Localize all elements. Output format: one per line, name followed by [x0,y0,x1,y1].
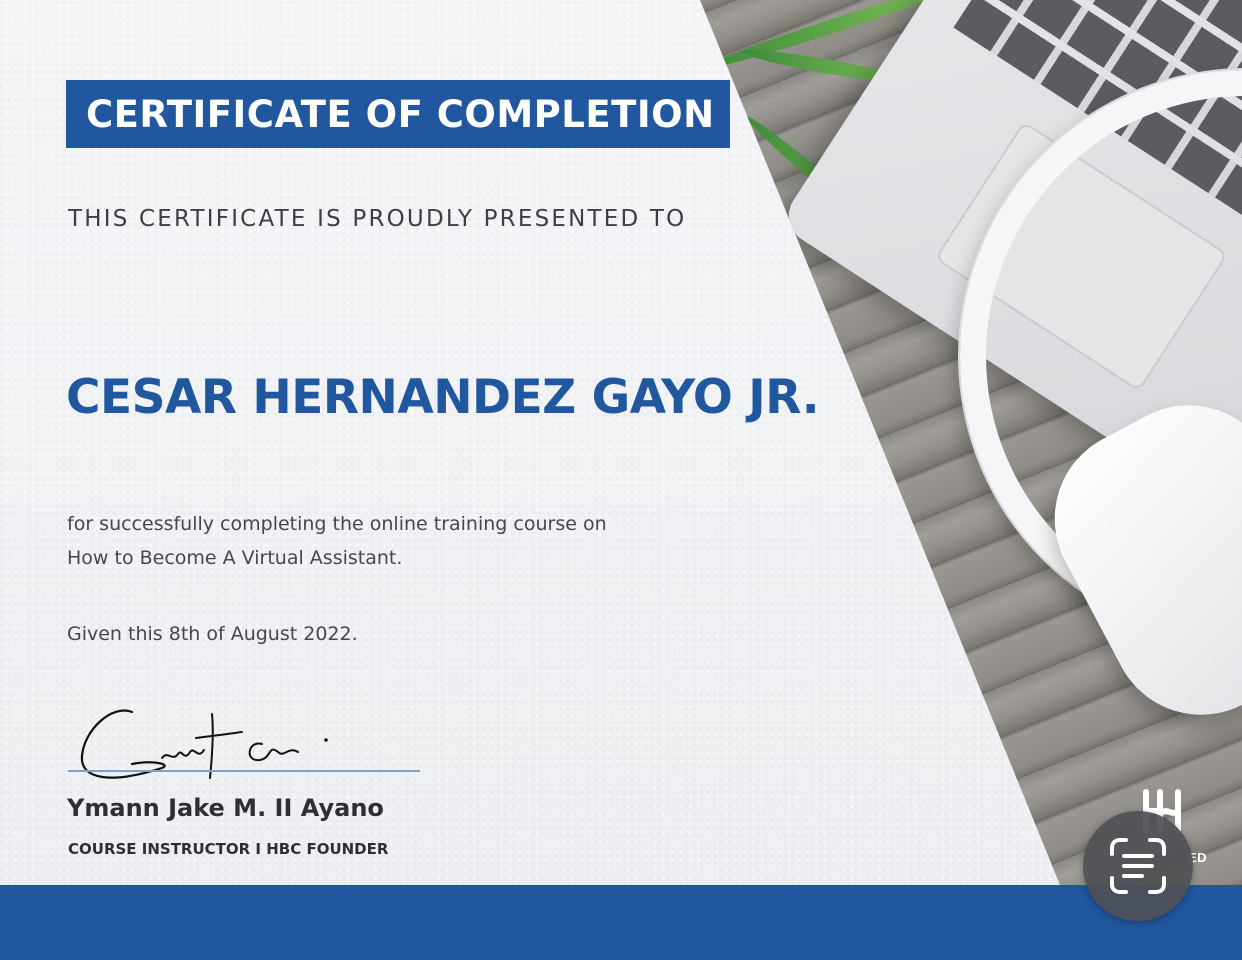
recipient-name: CESAR HERNANDEZ GAYO JR. [66,370,820,425]
signature-line [68,770,420,772]
signer-name: Ymann Jake M. II Ayano [67,794,384,822]
given-date: Given this 8th of August 2022. [67,623,358,645]
signer-role: COURSE INSTRUCTOR I HBC FOUNDER [68,840,389,858]
live-text-scan-button[interactable] [1083,811,1193,921]
live-text-scan-icon [1110,838,1166,894]
certificate-page: ED CERTIFICATE OF COMPLETION THIS CERTIF… [0,0,1242,960]
description-line-2: How to Become A Virtual Assistant. [67,547,403,569]
certificate-title: CERTIFICATE OF COMPLETION [86,92,715,136]
handwritten-signature [80,709,328,779]
footer-bar [0,885,1242,960]
title-banner: CERTIFICATE OF COMPLETION [66,80,730,148]
description-line-1: for successfully completing the online t… [67,513,607,535]
presented-line: THIS CERTIFICATE IS PROUDLY PRESENTED TO [68,206,687,232]
